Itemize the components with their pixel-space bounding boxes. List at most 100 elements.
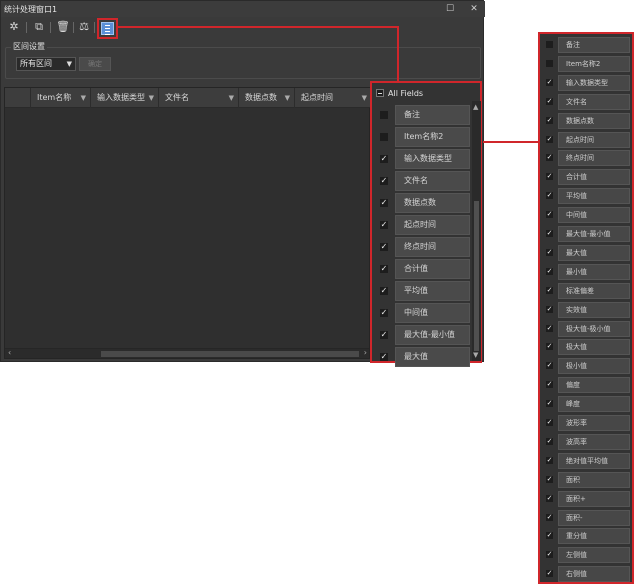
field-list-item[interactable]: Item名称2: [540, 55, 632, 73]
field-checkbox[interactable]: ✓: [546, 116, 553, 124]
field-list-item[interactable]: ✓ 面积-: [540, 509, 632, 527]
field-list-item[interactable]: ✓ 终点时间: [540, 149, 632, 167]
field-checkbox[interactable]: ✓: [546, 551, 553, 559]
field-list-item[interactable]: ✓ 偏度: [540, 376, 632, 394]
field-checkbox[interactable]: ✓: [546, 381, 553, 389]
field-checkbox[interactable]: ✓: [546, 267, 553, 275]
maximize-button[interactable]: ☐: [444, 3, 456, 15]
field-list-item[interactable]: ✓ 左侧值: [540, 546, 632, 564]
field-checkbox[interactable]: ✓: [546, 343, 553, 351]
field-checkbox[interactable]: ✓: [546, 305, 553, 313]
field-checkbox[interactable]: ✓: [546, 135, 553, 143]
field-checkbox[interactable]: ✓: [546, 570, 553, 578]
field-list-item[interactable]: ✓ 输入数据类型: [540, 74, 632, 92]
scrollbar-thumb[interactable]: [101, 351, 359, 357]
field-option[interactable]: ✓ 平均值: [376, 281, 470, 301]
field-checkbox[interactable]: ✓: [546, 513, 553, 521]
field-list-item[interactable]: ✓ 最小值: [540, 263, 632, 281]
field-list-item[interactable]: ✓ 合计值: [540, 168, 632, 186]
field-option[interactable]: Item名称2: [376, 127, 470, 147]
field-checkbox[interactable]: [380, 111, 388, 119]
field-list-item[interactable]: ✓ 面积+: [540, 490, 632, 508]
field-checkbox[interactable]: ✓: [380, 243, 388, 251]
field-list-item[interactable]: ✓ 极大值-极小值: [540, 320, 632, 338]
field-checkbox[interactable]: ✓: [546, 78, 553, 86]
scroll-left-icon[interactable]: ‹: [8, 348, 11, 357]
column-header[interactable]: 数据点数 ▼: [239, 88, 295, 108]
field-option[interactable]: 备注: [376, 105, 470, 125]
field-checkbox[interactable]: [380, 133, 388, 141]
field-list-item[interactable]: ✓ 文件名: [540, 93, 632, 111]
field-list-item[interactable]: ✓ 极小值: [540, 357, 632, 375]
field-checkbox[interactable]: ✓: [546, 248, 553, 256]
field-checkbox[interactable]: ✓: [380, 199, 388, 207]
field-checkbox[interactable]: ✓: [546, 211, 553, 219]
field-list-item[interactable]: ✓ 绝对值平均值: [540, 452, 632, 470]
field-checkbox[interactable]: ✓: [380, 309, 388, 317]
field-option[interactable]: ✓ 数据点数: [376, 193, 470, 213]
field-option[interactable]: ✓ 文件名: [376, 171, 470, 191]
scroll-up-icon[interactable]: ▲: [473, 103, 478, 111]
field-option[interactable]: ✓ 中间值: [376, 303, 470, 323]
field-checkbox[interactable]: [546, 59, 553, 67]
field-list-item[interactable]: ✓ 最大值-最小值: [540, 225, 632, 243]
column-header[interactable]: 输入数据类型 ▼: [91, 88, 159, 108]
field-checkbox[interactable]: ✓: [380, 155, 388, 163]
field-checkbox[interactable]: ✓: [546, 230, 553, 237]
gear-icon[interactable]: ✲: [6, 19, 22, 35]
field-option[interactable]: ✓ 输入数据类型: [376, 149, 470, 169]
field-checkbox[interactable]: ✓: [546, 97, 553, 105]
field-checkbox[interactable]: ✓: [380, 287, 388, 295]
field-checkbox[interactable]: ✓: [380, 353, 388, 361]
field-list-item[interactable]: ✓ 面积: [540, 471, 632, 489]
scroll-down-icon[interactable]: ▼: [473, 351, 478, 359]
field-list-item[interactable]: 备注: [540, 36, 632, 54]
field-list-button[interactable]: [97, 18, 118, 39]
field-checkbox[interactable]: ✓: [546, 324, 553, 332]
field-checkbox[interactable]: ✓: [380, 177, 388, 185]
horizontal-scrollbar[interactable]: ‹ ›: [5, 348, 369, 358]
field-option[interactable]: ✓ 最大值: [376, 347, 470, 367]
field-list-item[interactable]: ✓ 平均值: [540, 187, 632, 205]
field-list-item[interactable]: ✓ 峰度: [540, 395, 632, 413]
export-icon[interactable]: ⧉: [31, 19, 47, 35]
balance-icon[interactable]: ⚖: [76, 19, 92, 35]
trash-icon[interactable]: 🗑: [55, 19, 71, 35]
field-option[interactable]: ✓ 合计值: [376, 259, 470, 279]
field-checkbox[interactable]: ✓: [546, 494, 553, 502]
field-checkbox[interactable]: [546, 41, 553, 48]
field-list-item[interactable]: ✓ 起点时间: [540, 131, 632, 149]
field-checkbox[interactable]: ✓: [546, 173, 553, 181]
column-header[interactable]: 起点时间 ▼: [295, 88, 371, 108]
range-apply-button[interactable]: 确定: [79, 57, 111, 71]
field-list-item[interactable]: ✓ 右侧值: [540, 565, 632, 583]
field-checkbox[interactable]: ✓: [546, 286, 553, 294]
column-header[interactable]: 文件名 ▼: [159, 88, 239, 108]
field-list-item[interactable]: ✓ 实效值: [540, 301, 632, 319]
field-checkbox[interactable]: ✓: [546, 475, 553, 483]
range-select[interactable]: 所有区间 ▼: [16, 57, 76, 71]
field-checkbox[interactable]: ✓: [546, 532, 553, 540]
field-list-item[interactable]: ✓ 重分值: [540, 527, 632, 545]
field-option[interactable]: ✓ 起点时间: [376, 215, 470, 235]
field-checkbox[interactable]: ✓: [546, 154, 553, 162]
field-checkbox[interactable]: ✓: [546, 456, 553, 464]
field-checkbox[interactable]: ✓: [546, 400, 553, 408]
field-list-item[interactable]: ✓ 极大值: [540, 338, 632, 356]
field-list-item[interactable]: ✓ 波高率: [540, 433, 632, 451]
field-checkbox[interactable]: ✓: [546, 362, 553, 370]
scrollbar-thumb[interactable]: [474, 201, 479, 351]
field-checkbox[interactable]: ✓: [546, 419, 553, 426]
field-list-item[interactable]: ✓ 标准偏差: [540, 282, 632, 300]
close-button[interactable]: ✕: [468, 3, 480, 15]
field-checkbox[interactable]: ✓: [546, 192, 553, 200]
field-list-item[interactable]: ✓ 数据点数: [540, 112, 632, 130]
field-option[interactable]: ✓ 最大值-最小值: [376, 325, 470, 345]
scroll-right-icon[interactable]: ›: [364, 348, 367, 357]
all-fields-checkbox[interactable]: [376, 89, 384, 97]
column-header[interactable]: Item名称 ▼: [31, 88, 91, 108]
field-checkbox[interactable]: ✓: [380, 331, 388, 339]
field-checkbox[interactable]: ✓: [380, 221, 388, 229]
field-checkbox[interactable]: ✓: [546, 437, 553, 445]
field-checkbox[interactable]: ✓: [380, 265, 388, 273]
